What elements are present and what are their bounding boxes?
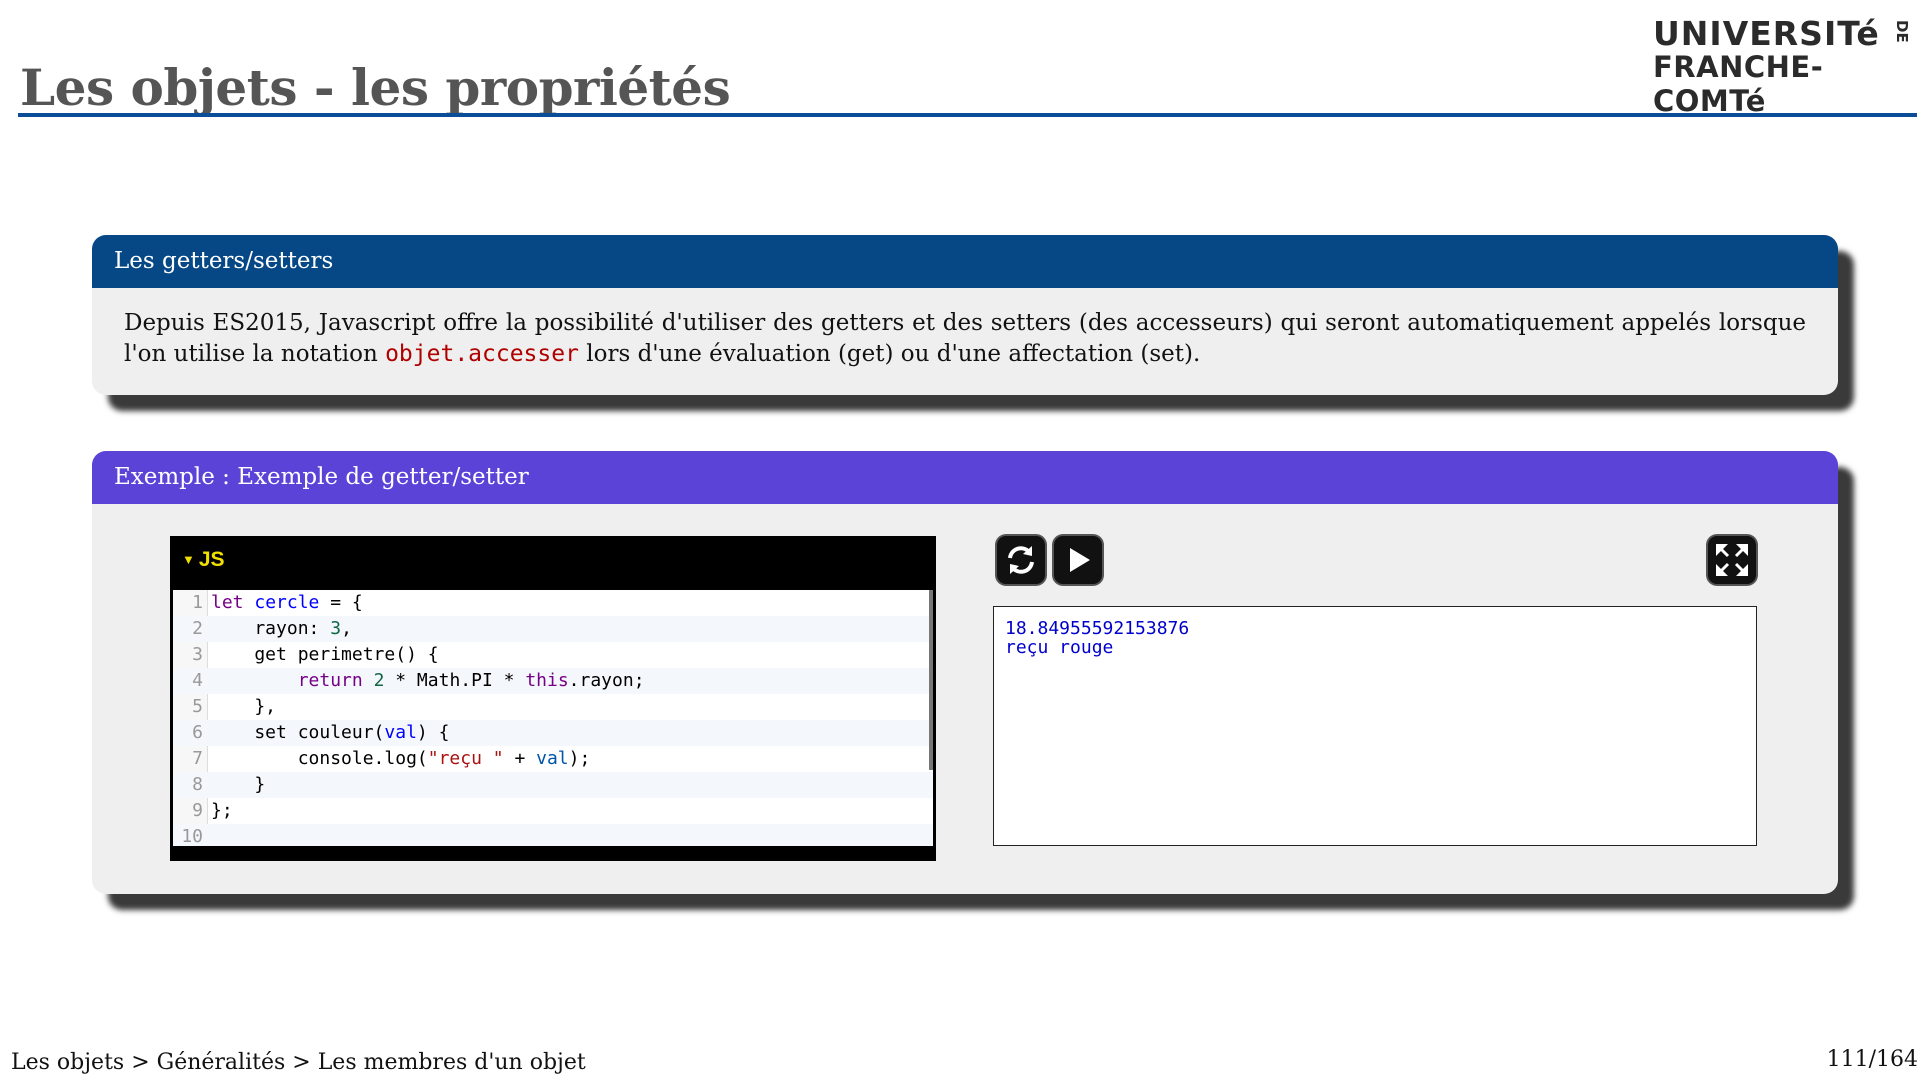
inline-code: objet.accesser [385, 341, 579, 367]
run-button[interactable] [1054, 536, 1102, 584]
line-number: 7 [192, 748, 203, 769]
page-number: 111/164 [1826, 1047, 1918, 1072]
code-line[interactable]: 5 }, [173, 694, 933, 720]
line-number: 1 [192, 592, 203, 613]
line-number: 6 [192, 722, 203, 743]
example-title: Exemple : Exemple de getter/setter [92, 451, 1838, 504]
play-icon [1070, 548, 1090, 572]
output-line: reçu rouge [1005, 637, 1114, 658]
definition-title: Les getters/setters [92, 235, 1838, 288]
editor-scrollbar[interactable] [929, 590, 933, 770]
line-number: 10 [181, 826, 203, 846]
line-number: 2 [192, 618, 203, 639]
line-number: 5 [192, 696, 203, 717]
code-line[interactable]: 9}; [173, 798, 933, 824]
title-divider [18, 113, 1917, 117]
page-title: Les objets - les propriétés [20, 58, 731, 117]
university-logo: UNIVERSITé FRANCHE-COMTé DE [1650, 14, 1920, 118]
code-line[interactable]: 3 get perimetre() { [173, 642, 933, 668]
logo-de: DE [1893, 20, 1911, 43]
reload-icon [1008, 546, 1034, 574]
code-line[interactable]: 7 console.log("reçu " + val); [173, 746, 933, 772]
logo-line-1: UNIVERSITé [1653, 14, 1880, 53]
code-editor[interactable]: ▼ JS 1 let cercle = { 2 rayon: 3, 3 get pe… [170, 536, 936, 861]
line-number: 8 [192, 774, 203, 795]
editor-header[interactable]: ▼ JS [170, 536, 936, 590]
line-number: 3 [192, 644, 203, 665]
code-line[interactable]: 4 return 2 * Math.PI * this.rayon; [173, 668, 933, 694]
code-line[interactable]: 2 rayon: 3, [173, 616, 933, 642]
logo-line-2: FRANCHE-COMTé [1653, 50, 1824, 118]
definition-text-after: lors d'une évaluation (get) ou d'une aff… [578, 341, 1201, 367]
code-line[interactable]: 8 } [173, 772, 933, 798]
collapse-triangle-icon[interactable]: ▼ [182, 552, 195, 567]
editor-language-label: JS [198, 548, 225, 571]
definition-block: Les getters/setters Depuis ES2015, Javas… [92, 235, 1838, 395]
expand-icon [1716, 544, 1748, 576]
code-area[interactable]: 1 let cercle = { 2 rayon: 3, 3 get perime… [173, 590, 933, 846]
reload-button[interactable] [997, 536, 1045, 584]
fullscreen-button[interactable] [1708, 536, 1756, 584]
code-line[interactable]: 6 set couleur(val) { [173, 720, 933, 746]
console-output: 18.84955592153876 reçu rouge [993, 606, 1757, 846]
code-line[interactable]: 10 [173, 824, 933, 846]
output-line: 18.84955592153876 [1005, 618, 1190, 639]
line-number: 9 [192, 800, 203, 821]
line-number: 4 [192, 670, 203, 691]
definition-text: Depuis ES2015, Javascript offre la possi… [92, 288, 1838, 370]
breadcrumb: Les objets > Généralités > Les membres d… [11, 1050, 586, 1075]
code-line[interactable]: 1 let cercle = { [173, 590, 933, 616]
